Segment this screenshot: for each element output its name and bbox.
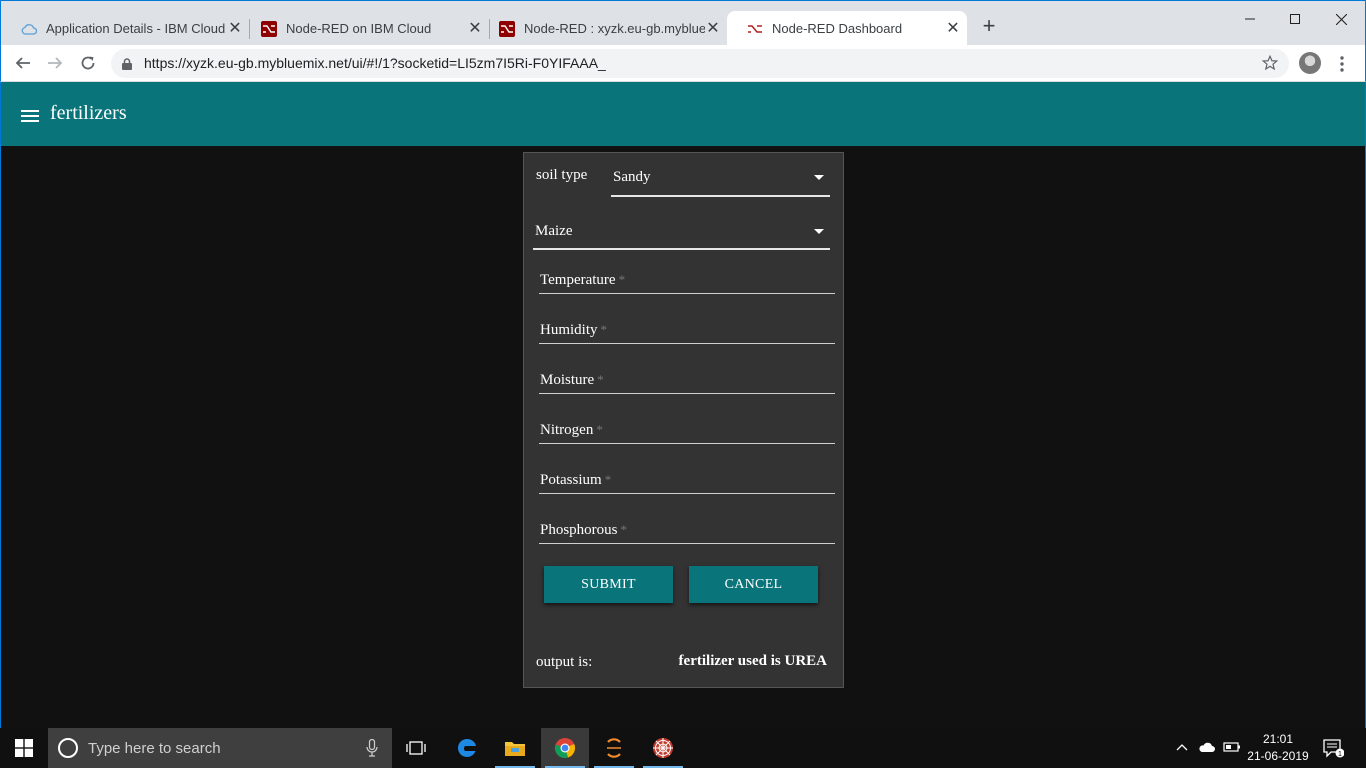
chevron-down-icon [814,229,824,234]
action-center-icon[interactable]: 1 [1322,738,1345,763]
search-placeholder: Type here to search [88,740,221,757]
maximize-icon[interactable] [1272,7,1318,31]
potassium-input[interactable]: Potassium * [539,464,835,494]
edge-icon[interactable] [443,728,491,768]
temperature-input[interactable]: Temperature * [539,264,835,294]
tab-title: Node-RED Dashboard [772,21,903,36]
notification-count: 1 [1338,751,1342,758]
microphone-icon[interactable] [366,738,378,762]
chevron-up-icon[interactable] [1175,740,1189,759]
clock-time: 21:01 [1262,732,1294,746]
minimize-icon[interactable] [1227,7,1273,31]
output-label: output is: [536,654,593,670]
moisture-input[interactable]: Moisture * [539,364,835,394]
tab-application-details[interactable]: Application Details - IBM Cloud ✕ [1,11,249,46]
hamburger-menu-icon[interactable] [21,109,39,122]
url-text[interactable]: https://xyzk.eu-gb.mybluemix.net/ui/#!/1… [144,55,606,71]
page-title: fertilizers [50,102,127,124]
taskbar-clock[interactable]: 21:01 21-06-2019 [1246,731,1310,765]
tab-title: Node-RED on IBM Cloud [286,21,432,36]
soil-type-dropdown[interactable]: Sandy [611,163,830,197]
moisture-placeholder: Moisture * [540,372,604,388]
address-bar[interactable]: https://xyzk.eu-gb.mybluemix.net/ui/#!/1… [111,49,1289,78]
spider-web-icon[interactable] [639,728,687,768]
tab-close-icon[interactable]: ✕ [945,20,961,37]
phosphorous-placeholder: Phosphorous * [540,522,628,538]
back-arrow-icon[interactable] [11,51,35,75]
new-tab-button[interactable]: + [978,15,1000,37]
crop-dropdown[interactable]: Maize [533,215,830,250]
node-red-icon [499,20,515,37]
dashboard-header: fertilizers [1,82,1365,146]
browser-menu-icon[interactable] [1336,53,1348,75]
soil-type-label: soil type [536,167,588,183]
soil-type-value: Sandy [613,169,651,185]
window-close-icon[interactable] [1318,7,1364,31]
tab-node-red-ibm-cloud[interactable]: Node-RED on IBM Cloud ✕ [241,11,489,46]
tab-title: Node-RED : xyzk.eu-gb.mybluemix.net [524,21,705,36]
battery-icon[interactable] [1223,740,1241,759]
nitrogen-placeholder: Nitrogen * [540,422,603,438]
bookmark-star-icon[interactable] [1261,54,1279,77]
eclipse-icon[interactable] [590,728,638,768]
windows-taskbar: Type here to search 21:01 21-06-2019 1 [0,728,1366,768]
potassium-placeholder: Potassium * [540,472,612,488]
output-value: fertilizer used is UREA [678,653,827,669]
node-red-icon [261,20,277,37]
nitrogen-input[interactable]: Nitrogen * [539,414,835,444]
temperature-placeholder: Temperature * [540,272,626,288]
tab-node-red-dashboard[interactable]: Node-RED Dashboard ✕ [727,11,967,46]
cloud-icon [21,21,37,37]
phosphorous-input[interactable]: Phosphorous * [539,514,835,544]
node-red-dashboard-icon [747,21,763,37]
tab-node-red-editor[interactable]: Node-RED : xyzk.eu-gb.mybluemix.net ✕ [479,11,727,46]
tab-title: Application Details - IBM Cloud [46,21,226,36]
windows-start-icon[interactable] [0,728,48,768]
submit-button[interactable]: SUBMIT [544,566,673,603]
chrome-icon[interactable] [541,728,589,768]
taskbar-search-box[interactable]: Type here to search [48,728,392,768]
crop-value: Maize [535,223,573,239]
humidity-input[interactable]: Humidity * [539,314,835,344]
cortana-icon [58,738,78,758]
browser-tab-strip: Application Details - IBM Cloud ✕ Node-R… [0,0,1366,46]
profile-avatar[interactable] [1299,52,1321,74]
task-view-icon[interactable] [392,728,440,768]
browser-toolbar: https://xyzk.eu-gb.mybluemix.net/ui/#!/1… [0,45,1366,82]
tab-close-icon[interactable]: ✕ [705,20,721,37]
chevron-down-icon [814,175,824,180]
reload-icon[interactable] [76,51,100,75]
clock-date: 21-06-2019 [1247,749,1309,763]
lock-icon [122,57,132,75]
page-viewport: fertilizers soil type Sandy Maize Temper… [0,82,1366,728]
cancel-button[interactable]: CANCEL [689,566,818,603]
file-explorer-icon[interactable] [491,728,539,768]
fertilizer-form-card: soil type Sandy Maize Temperature * Humid… [523,152,844,688]
forward-arrow-icon[interactable] [43,51,67,75]
humidity-placeholder: Humidity * [540,322,608,338]
onedrive-cloud-icon[interactable] [1198,740,1216,759]
